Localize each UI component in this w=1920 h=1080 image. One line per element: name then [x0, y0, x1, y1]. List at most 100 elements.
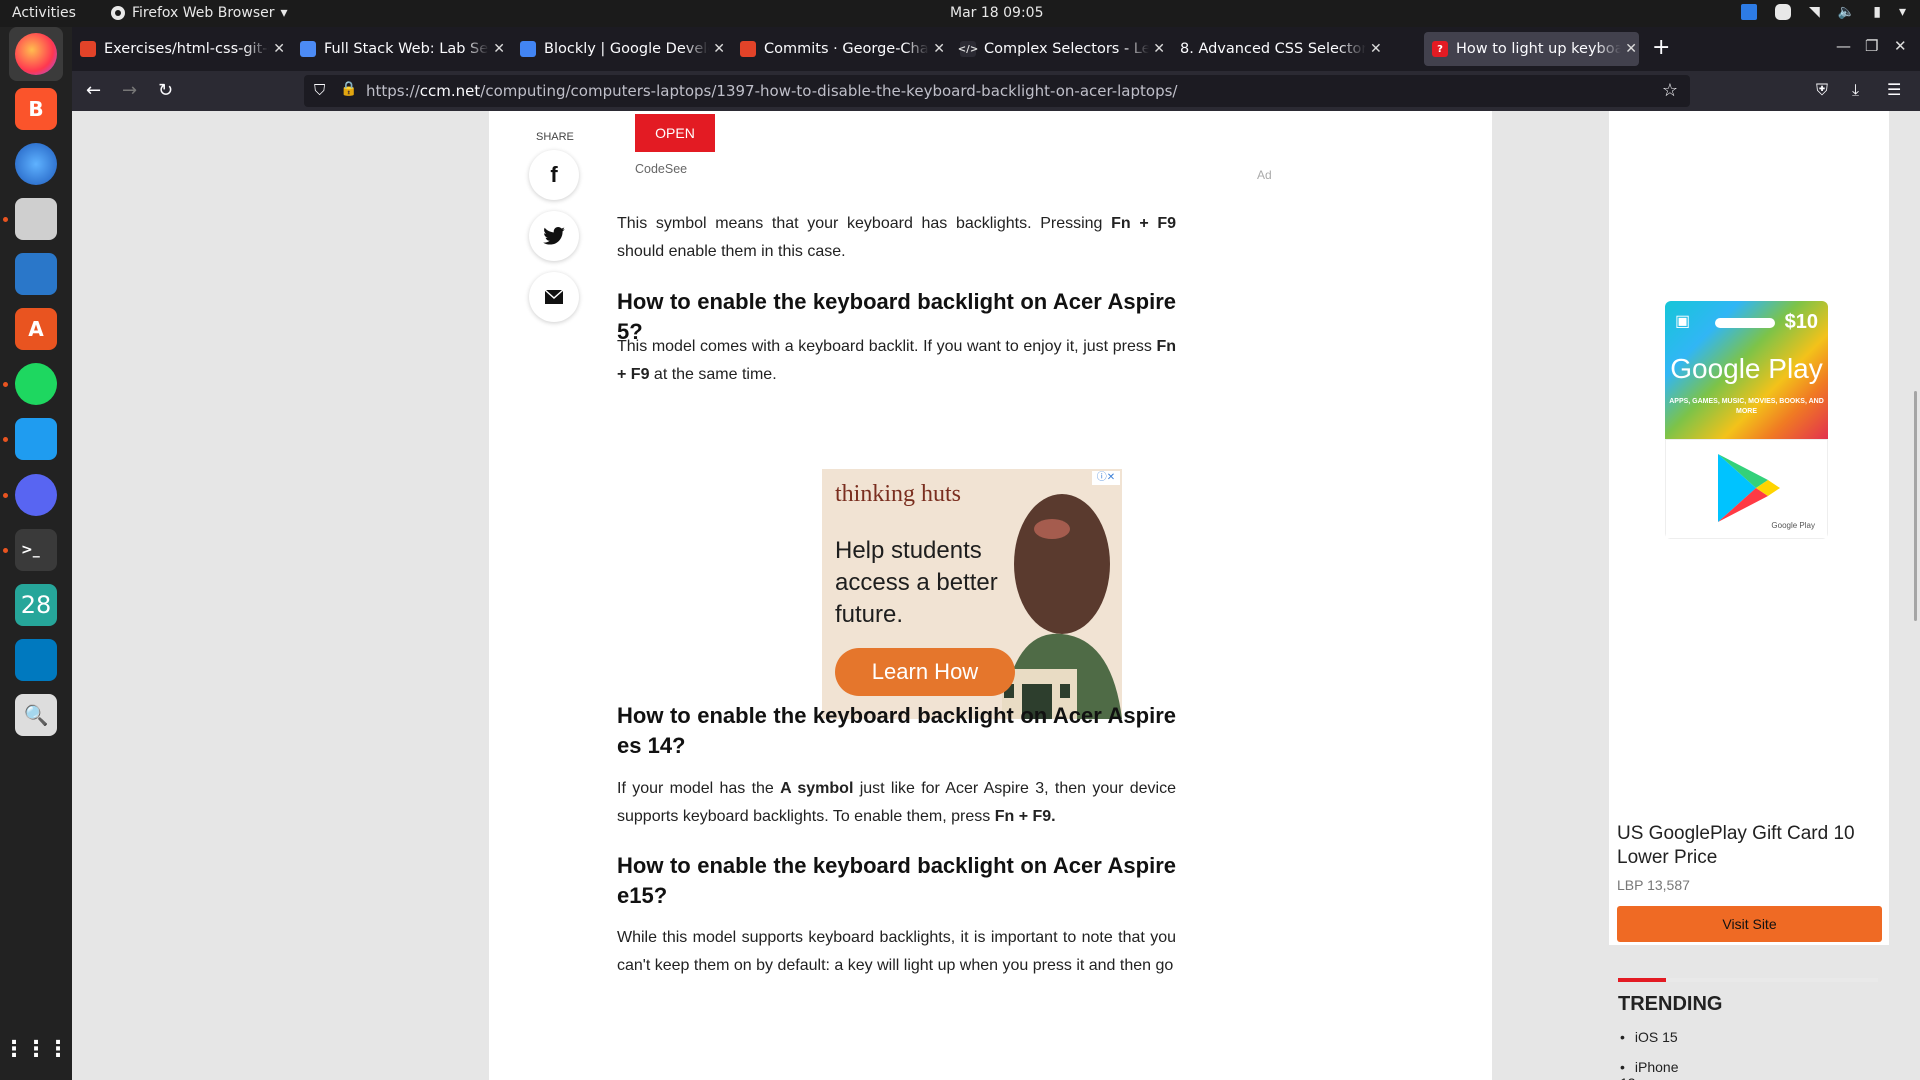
minimize-button[interactable]: — [1836, 37, 1851, 55]
dock-calendar[interactable]: 28 [9, 578, 63, 632]
web-page: SHARE f OPEN CodeSee Ad This symbol mean… [72, 111, 1920, 1080]
trending-item[interactable]: iPhone 13 [1620, 1059, 1679, 1080]
trending-item[interactable]: iOS 15 [1620, 1029, 1679, 1045]
paragraph-aspire-e15: While this model supports keyboard backl… [617, 929, 1176, 974]
tab-commits[interactable]: Commits · George-Charto ✕ [732, 32, 947, 66]
scrollbar-thumb[interactable] [1914, 391, 1917, 621]
wifi-icon[interactable]: ◥ [1809, 4, 1820, 20]
activities-button[interactable]: Activities [12, 5, 76, 21]
close-icon[interactable]: ✕ [1370, 41, 1384, 57]
dock-files[interactable] [9, 192, 63, 246]
chevron-down-icon: ▾ [280, 5, 288, 21]
card-subtitle: APPS, GAMES, MUSIC, MOVIES, BOOKS, AND M… [1669, 398, 1824, 415]
dock-writer[interactable] [9, 247, 63, 301]
lock-icon[interactable]: 🔒 [340, 81, 357, 97]
ad-headline: Help students access a better future. [835, 537, 998, 628]
dock-discord[interactable] [9, 468, 63, 522]
dock-trello[interactable] [9, 633, 63, 687]
dock-terminal[interactable]: >_ [9, 523, 63, 577]
reload-button[interactable]: ↻ [158, 80, 173, 101]
chevron-down-icon[interactable]: ▾ [1899, 4, 1906, 20]
tab-active-ccm[interactable]: ? How to light up keyboard ✕ [1424, 32, 1639, 66]
dock-brave[interactable]: B [9, 82, 63, 136]
running-indicator [3, 217, 8, 222]
bookmark-star-icon[interactable]: ☆ [1662, 80, 1678, 101]
pocket-icon[interactable]: ⛨ [1816, 80, 1828, 100]
trending-list: iOS 15 iPhone 13 [1620, 1029, 1679, 1080]
menu-icon[interactable]: ☰ [1887, 80, 1901, 99]
tab-title: Blockly | Google Develo [544, 41, 710, 57]
thinking-huts-ad[interactable]: thinking huts Help students access a bet… [822, 469, 1122, 719]
dock-firefox[interactable] [9, 27, 63, 81]
restore-button[interactable]: ❐ [1865, 37, 1878, 55]
shield-icon[interactable]: ⛉ [314, 81, 325, 99]
close-icon[interactable]: ✕ [713, 41, 727, 57]
volume-icon[interactable]: 🔈 [1838, 4, 1855, 20]
tab-full-stack-web[interactable]: Full Stack Web: Lab Sessi ✕ [292, 32, 507, 66]
battery-icon[interactable]: ▮ [1873, 4, 1881, 20]
ad-sponsor[interactable]: CodeSee [635, 162, 687, 176]
close-icon[interactable]: ✕ [1153, 41, 1167, 57]
new-tab-button[interactable]: + [1652, 35, 1670, 60]
tab-exercises[interactable]: Exercises/html-css-git-ex ✕ [72, 32, 287, 66]
close-icon[interactable]: ✕ [933, 41, 947, 57]
running-indicator [3, 493, 8, 498]
card-slot [1715, 318, 1775, 328]
close-icon[interactable]: ✕ [273, 41, 287, 57]
close-icon[interactable]: ✕ [1625, 41, 1639, 57]
ad-brand: thinking huts [835, 481, 962, 507]
email-icon [544, 289, 564, 304]
tab-complex-selectors[interactable]: </> Complex Selectors - Lear ✕ [952, 32, 1167, 66]
clock[interactable]: Mar 18 09:05 [950, 5, 1043, 21]
app-grid-button[interactable]: ⋮⋮⋮ [3, 1022, 69, 1076]
email-share-button[interactable] [529, 272, 579, 322]
url-bar[interactable]: ⛉ 🔒 https://ccm.net/computing/computers-… [304, 75, 1690, 107]
ccm-icon: ? [1432, 41, 1448, 57]
google-developers-icon [520, 41, 536, 57]
dock-vscode[interactable] [9, 412, 63, 466]
app-menu[interactable]: Firefox Web Browser ▾ [110, 5, 288, 21]
card-brand: Google Play [1670, 353, 1823, 384]
facebook-share-button[interactable]: f [529, 150, 579, 200]
dock-thunderbird[interactable] [9, 137, 63, 191]
learn-how-button[interactable]: Learn How [835, 648, 1015, 696]
close-icon[interactable]: ✕ [493, 41, 507, 57]
tab-advanced-css[interactable]: 8. Advanced CSS Selectors - I ✕ [1172, 32, 1387, 66]
sidebar-ad-title[interactable]: US GooglePlay Gift Card 10 Lower Price [1617, 822, 1877, 870]
back-button[interactable]: ← [86, 80, 101, 101]
firefox-small-icon [111, 6, 125, 20]
close-window-button[interactable]: ✕ [1894, 37, 1907, 55]
thunderbird-icon [15, 143, 57, 185]
forward-button[interactable]: → [122, 80, 137, 101]
discord-icon [15, 474, 57, 516]
firefox-icon [15, 33, 57, 75]
dock-software[interactable]: A [9, 302, 63, 356]
tab-blockly[interactable]: Blockly | Google Develo ✕ [512, 32, 727, 66]
tab-title: Exercises/html-css-git-ex [104, 41, 270, 57]
heading-aspire-es14: How to enable the keyboard backlight on … [617, 703, 1176, 758]
url-text[interactable]: https://ccm.net/computing/computers-lapt… [366, 82, 1177, 100]
calendar-icon: 28 [15, 584, 57, 626]
dock-spotify[interactable] [9, 357, 63, 411]
trello-icon [15, 639, 57, 681]
page-scrollbar[interactable] [1908, 111, 1920, 1080]
system-tray[interactable]: ◥ 🔈 ▮ ▾ [1741, 4, 1906, 20]
visit-site-button[interactable]: Visit Site [1617, 906, 1882, 942]
software-icon: A [15, 308, 57, 350]
ad-open-button[interactable]: OPEN [635, 114, 715, 152]
adchoices-icon[interactable]: ⓘ✕ [1092, 471, 1120, 485]
dock-search-app[interactable]: 🔍 [9, 688, 63, 742]
share-label: SHARE [536, 131, 574, 143]
tab-title: How to light up keyboard [1456, 41, 1622, 57]
navigation-bar: ← → ↻ ⛉ 🔒 https://ccm.net/computing/comp… [72, 71, 1920, 111]
google-play-gift-card[interactable]: ▣ $10 Google Play APPS, GAMES, MUSIC, MO… [1665, 301, 1828, 539]
twitter-share-button[interactable] [529, 211, 579, 261]
firefox-window: Exercises/html-css-git-ex ✕ Full Stack W… [72, 27, 1920, 1080]
tab-strip: Exercises/html-css-git-ex ✕ Full Stack W… [72, 27, 1920, 71]
downloads-icon[interactable]: ⤓ [1852, 80, 1859, 100]
paragraph-aspire-es14: If your model has the A symbol just like… [617, 780, 1177, 825]
gitlab-icon [740, 41, 756, 57]
discord-tray-icon[interactable] [1775, 4, 1792, 20]
vscode-icon [15, 418, 57, 460]
trello-tray-icon[interactable] [1741, 4, 1758, 20]
